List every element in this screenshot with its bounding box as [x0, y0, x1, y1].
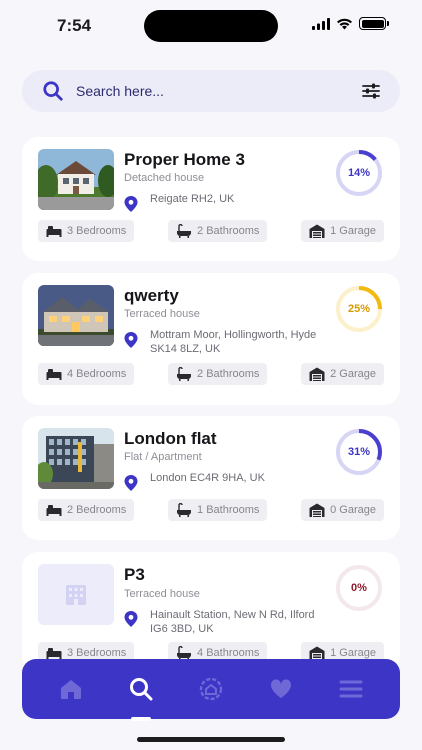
garage-label: 1 Garage [330, 647, 376, 659]
property-card[interactable]: Proper Home 3 Detached house Reigate RH2… [22, 137, 400, 261]
garage-label: 2 Garage [330, 368, 376, 380]
home-indicator [137, 737, 285, 742]
garage-chip: 2 Garage [301, 363, 384, 385]
progress-label: 14% [347, 167, 371, 179]
garage-chip: 1 Garage [301, 220, 384, 242]
property-title: London flat [124, 429, 217, 448]
placeholder-building-icon [66, 585, 86, 605]
location-pin-icon [124, 475, 138, 491]
bottom-tab-bar [22, 659, 400, 721]
property-thumbnail [38, 428, 114, 489]
location-pin-icon [124, 611, 138, 627]
signal-icon [312, 17, 330, 30]
property-address: Reigate RH2, UK [150, 193, 235, 205]
garage-label: 0 Garage [330, 504, 376, 516]
property-card[interactable]: London flat Flat / Apartment London EC4R… [22, 416, 400, 540]
property-address: London EC4R 9HA, UK [150, 472, 265, 484]
wifi-icon [337, 18, 352, 29]
bathrooms-label: 4 Bathrooms [197, 647, 260, 659]
status-bar: 7:54 [0, 0, 422, 52]
bathrooms-label: 2 Bathrooms [197, 225, 260, 237]
progress-label: 25% [347, 303, 371, 315]
status-icons [312, 17, 389, 30]
bathrooms-label: 2 Bathrooms [197, 368, 260, 380]
property-thumbnail [38, 285, 114, 346]
bed-icon [46, 648, 62, 659]
property-title: P3 [124, 565, 145, 584]
bathrooms-chip: 1 Bathrooms [168, 499, 268, 521]
property-features: 2 Bedrooms 1 Bathrooms 0 Garage [38, 499, 384, 521]
bedrooms-label: 4 Bedrooms [67, 368, 127, 380]
property-type: Detached house [124, 172, 205, 184]
compass-home-icon [199, 677, 223, 701]
home-icon [61, 680, 81, 699]
bedrooms-label: 3 Bedrooms [67, 647, 127, 659]
menu-icon [339, 680, 363, 698]
property-card[interactable]: qwerty Terraced house Mottram Moor, Holl… [22, 273, 400, 405]
property-type: Flat / Apartment [124, 451, 202, 463]
search-icon [130, 678, 153, 701]
property-title: Proper Home 3 [124, 150, 245, 169]
garage-icon [309, 503, 325, 517]
bathrooms-label: 1 Bathrooms [197, 504, 260, 516]
bedrooms-chip: 4 Bedrooms [38, 363, 135, 385]
dynamic-island [144, 10, 278, 42]
bed-icon [46, 505, 62, 516]
bed-icon [46, 369, 62, 380]
property-card[interactable]: P3 Terraced house Hainault Station, New … [22, 552, 400, 672]
bed-icon [46, 226, 62, 237]
bathtub-icon [177, 503, 192, 517]
active-tab-indicator [131, 717, 151, 721]
status-time: 7:54 [57, 16, 92, 35]
garage-label: 1 Garage [330, 225, 376, 237]
tab-search[interactable] [116, 659, 166, 721]
property-features: 4 Bedrooms 2 Bathrooms 2 Garage [38, 363, 384, 385]
tab-home[interactable] [46, 659, 96, 719]
bathrooms-chip: 2 Bathrooms [168, 220, 268, 242]
garage-icon [309, 224, 325, 238]
progress-label: 31% [347, 446, 371, 458]
property-features: 3 Bedrooms 2 Bathrooms 1 Garage [38, 220, 384, 242]
tab-explore[interactable] [186, 659, 236, 719]
garage-chip: 0 Garage [301, 499, 384, 521]
property-address: Mottram Moor, Hollingworth, Hyde SK14 8L… [150, 329, 317, 355]
heart-icon [270, 679, 292, 698]
property-thumbnail [38, 564, 114, 625]
bathtub-icon [177, 224, 192, 238]
location-pin-icon [124, 332, 138, 348]
tab-menu[interactable] [326, 659, 376, 719]
battery-icon [359, 17, 389, 30]
property-address: Hainault Station, New N Rd, Ilford IG6 3… [150, 609, 315, 635]
filter-icon[interactable] [360, 80, 382, 102]
bedrooms-chip: 3 Bedrooms [38, 220, 135, 242]
property-type: Terraced house [124, 588, 200, 600]
progress-label: 0% [351, 582, 367, 594]
bedrooms-label: 3 Bedrooms [67, 225, 127, 237]
property-type: Terraced house [124, 308, 200, 320]
bedrooms-chip: 2 Bedrooms [38, 499, 135, 521]
bedrooms-label: 2 Bedrooms [67, 504, 127, 516]
bathtub-icon [177, 646, 192, 660]
tab-favorites[interactable] [256, 659, 306, 719]
bathrooms-chip: 2 Bathrooms [168, 363, 268, 385]
search-bar[interactable]: Search here... [22, 70, 400, 112]
property-thumbnail [38, 149, 114, 210]
garage-icon [309, 367, 325, 381]
location-pin-icon [124, 196, 138, 212]
search-input[interactable]: Search here... [76, 83, 360, 99]
garage-icon [309, 646, 325, 660]
property-title: qwerty [124, 286, 179, 305]
search-icon [43, 81, 63, 101]
bathtub-icon [177, 367, 192, 381]
